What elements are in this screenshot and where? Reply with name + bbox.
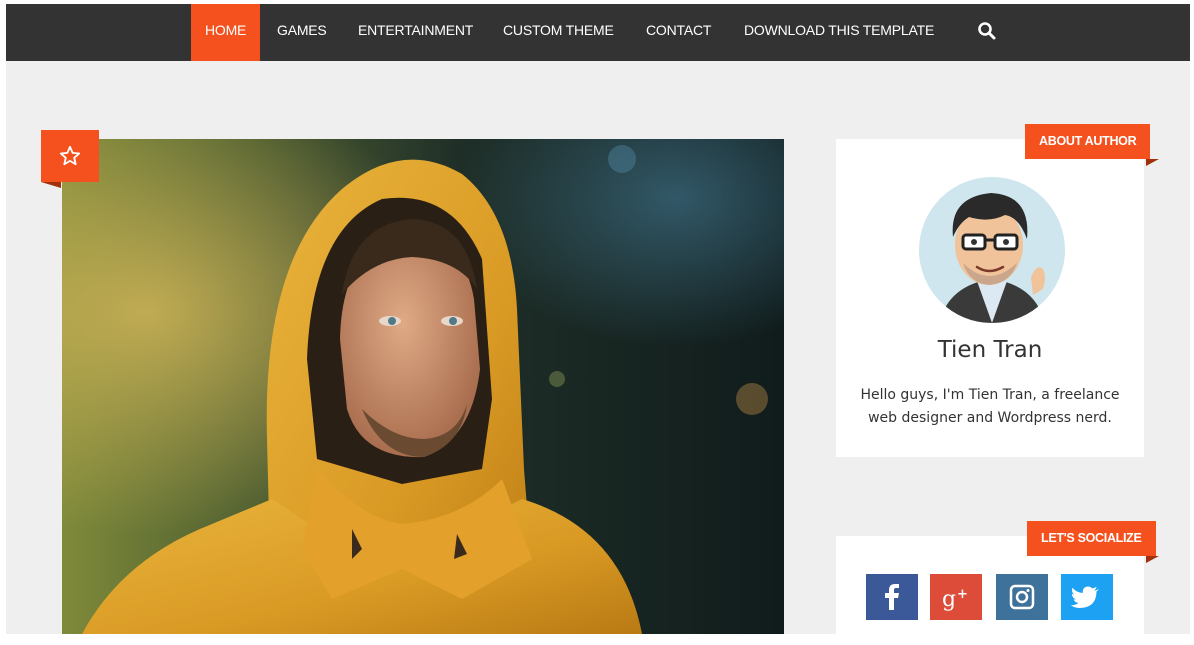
nav-item-custom-theme[interactable]: CUSTOM THEME: [503, 4, 614, 61]
google-plus-button[interactable]: g +: [930, 574, 982, 620]
nav-item-download-template[interactable]: DOWNLOAD THIS TEMPLATE: [744, 4, 934, 61]
nav-item-games[interactable]: GAMES: [277, 4, 327, 61]
twitter-button[interactable]: [1061, 574, 1113, 620]
about-author-widget: Tien Tran Hello guys, I'm Tien Tran, a f…: [836, 139, 1144, 457]
google-plus-icon: g +: [942, 587, 968, 612]
nav-item-entertainment[interactable]: ENTERTAINMENT: [358, 4, 473, 61]
about-title-fold: [1146, 159, 1159, 166]
avatar: [919, 177, 1065, 323]
badge-fold: [41, 182, 61, 188]
svg-text:g: g: [942, 587, 956, 612]
about-author-title: ABOUT AUTHOR: [1025, 124, 1151, 159]
twitter-icon: [1070, 586, 1099, 608]
nav-item-contact[interactable]: CONTACT: [646, 4, 711, 61]
featured-post-image[interactable]: [62, 139, 784, 634]
facebook-button[interactable]: [866, 574, 918, 620]
author-name: Tien Tran: [937, 337, 1043, 363]
social-title-fold: [1146, 556, 1159, 563]
star-icon: [59, 145, 81, 167]
facebook-icon: [885, 584, 899, 610]
author-bio: Hello guys, I'm Tien Tran, a freelance w…: [860, 387, 1120, 426]
featured-badge[interactable]: [41, 130, 99, 182]
search-icon[interactable]: [977, 21, 997, 41]
socialize-title: LET'S SOCIALIZE: [1027, 521, 1156, 556]
page: HOME GAMES ENTERTAINMENT CUSTOM THEME CO…: [6, 4, 1190, 634]
nav-item-home[interactable]: HOME: [191, 4, 261, 61]
svg-text:+: +: [957, 587, 968, 602]
hero-photo: [62, 139, 784, 634]
instagram-icon: [1009, 584, 1035, 610]
instagram-button[interactable]: [996, 574, 1048, 620]
top-navbar: HOME GAMES ENTERTAINMENT CUSTOM THEME CO…: [6, 4, 1190, 61]
